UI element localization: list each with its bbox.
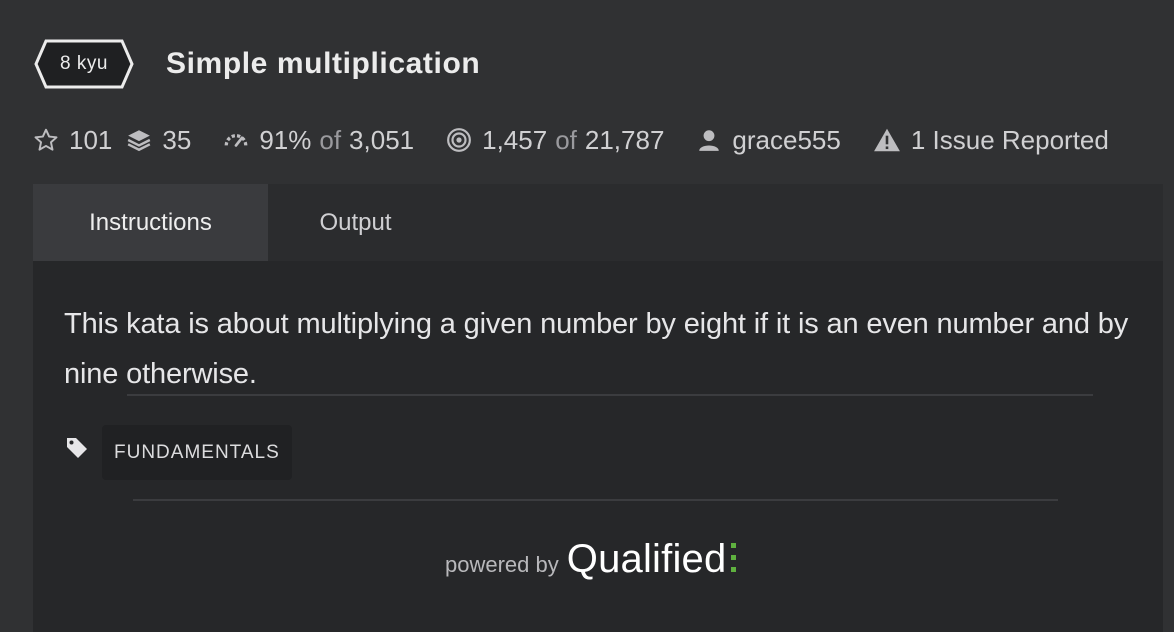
satisfaction-rate: 91%	[259, 124, 312, 155]
user-icon	[699, 130, 720, 151]
author-stat[interactable]: grace555	[696, 125, 841, 156]
completed-of: of	[555, 124, 577, 155]
rank-badge: 8 kyu	[34, 38, 134, 90]
divider	[127, 394, 1093, 396]
issues-stat[interactable]: 1 Issue Reported	[873, 125, 1109, 156]
tag-icon	[67, 438, 87, 458]
satisfaction-of: of	[319, 124, 342, 155]
author-name[interactable]: grace555	[732, 125, 840, 156]
powered-by-qualified[interactable]: powered by Qualified	[445, 537, 737, 582]
gauge-icon	[224, 134, 248, 147]
tab-bar: Instructions Output	[33, 184, 1163, 261]
kata-title[interactable]: Simple multiplication	[166, 47, 480, 81]
stars-stat[interactable]: 101	[33, 125, 112, 156]
kata-stats: 101 35 91% of 3,051 1,457 of 21,787 grac…	[33, 118, 1109, 162]
divider	[133, 499, 1058, 501]
collections-stat[interactable]: 35	[126, 125, 191, 156]
rank-label: 8 kyu	[60, 53, 108, 74]
kata-header: 8 kyu Simple multiplication	[34, 38, 480, 90]
issues-label[interactable]: 1 Issue Reported	[911, 125, 1109, 156]
powered-by-label: powered by	[445, 552, 559, 577]
warning-icon	[873, 128, 900, 152]
satisfaction-stat: 91% of 3,051	[223, 125, 414, 156]
collections-count: 35	[162, 124, 192, 155]
attempts-count: 21,787	[584, 124, 665, 155]
kata-panel: Instructions Output This kata is about m…	[33, 184, 1163, 632]
satisfaction-votes: 3,051	[349, 124, 415, 155]
completions-stat: 1,457 of 21,787	[446, 125, 664, 156]
qualified-dots-icon	[731, 543, 737, 572]
tab-output[interactable]: Output	[268, 184, 443, 261]
stack-icon	[128, 130, 151, 152]
qualified-logo: Qualified	[566, 537, 727, 581]
tab-instructions[interactable]: Instructions	[33, 184, 268, 261]
completed-count: 1,457	[482, 124, 548, 155]
stars-count: 101	[69, 124, 113, 155]
star-icon	[34, 128, 58, 151]
target-icon	[447, 128, 472, 152]
tag-fundamentals[interactable]: FUNDAMENTALS	[102, 425, 292, 480]
kata-description: This kata is about multiplying a given n…	[64, 308, 1129, 390]
